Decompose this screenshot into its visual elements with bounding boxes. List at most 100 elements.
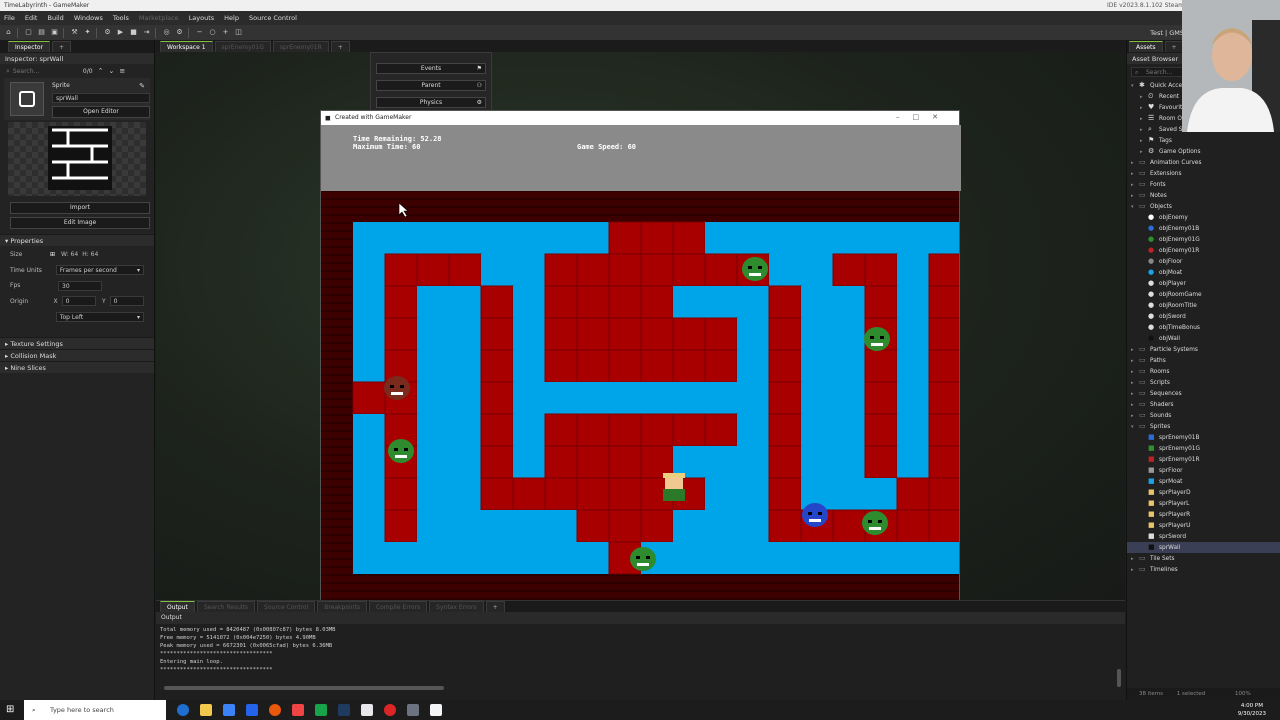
- add-tab-button[interactable]: +: [1164, 41, 1184, 52]
- menu-build[interactable]: Build: [47, 14, 63, 22]
- chevron-right-icon[interactable]: ▸: [1140, 127, 1148, 133]
- origin-preset-select[interactable]: Top Left ▾: [55, 311, 144, 322]
- chevron-right-icon[interactable]: ▸: [1131, 567, 1139, 573]
- chevron-right-icon[interactable]: ▸: [1131, 556, 1139, 562]
- pin-icon[interactable]: ✎: [139, 82, 145, 90]
- tree-item-sprite[interactable]: ■ sprEnemy01G: [1127, 443, 1280, 454]
- tree-item-sprite[interactable]: ■ sprPlayerR: [1127, 509, 1280, 520]
- sprite-name-field[interactable]: sprWall: [52, 93, 150, 103]
- game-window[interactable]: ◼ Created with GameMaker –□✕ Time Remain…: [320, 110, 961, 605]
- chevron-right-icon[interactable]: ▸: [1131, 171, 1139, 177]
- mail-icon[interactable]: [246, 704, 258, 716]
- chevron-right-icon[interactable]: ▸: [1131, 160, 1139, 166]
- open-project-icon[interactable]: ▤: [37, 28, 46, 37]
- tab-sprenemy01r[interactable]: sprEnemy01R: [272, 41, 329, 52]
- chevron-right-icon[interactable]: ▸: [1131, 369, 1139, 375]
- tree-folder[interactable]: ▸ ▭ Animation Curves: [1127, 157, 1280, 168]
- menu-windows[interactable]: Windows: [74, 14, 103, 22]
- texture-settings-section[interactable]: ▸ Texture Settings: [0, 337, 154, 349]
- tree-folder[interactable]: ▸ ▭ Paths: [1127, 355, 1280, 366]
- brave-icon[interactable]: [292, 704, 304, 716]
- chevron-up-icon[interactable]: ⌃: [98, 67, 104, 75]
- tree-folder[interactable]: ▸ ▭ Shaders: [1127, 399, 1280, 410]
- game-runner-icon[interactable]: [430, 704, 442, 716]
- obs-icon[interactable]: [384, 704, 396, 716]
- notepad-icon[interactable]: [407, 704, 419, 716]
- tree-item-object[interactable]: ● objTimeBonus: [1127, 322, 1280, 333]
- tree-item-sprite[interactable]: ■ sprSword: [1127, 531, 1280, 542]
- chevron-right-icon[interactable]: ▸: [1131, 391, 1139, 397]
- tree-item-object[interactable]: ● objWall: [1127, 333, 1280, 344]
- tree-item-sprite[interactable]: ■ sprEnemy01R: [1127, 454, 1280, 465]
- minimize-icon[interactable]: –: [896, 113, 913, 121]
- collision-mask-section[interactable]: ▸ Collision Mask: [0, 349, 154, 361]
- tree-folder[interactable]: ▸ ▭ Scripts: [1127, 377, 1280, 388]
- tab-search-results[interactable]: Search Results: [196, 601, 256, 612]
- tree-folder[interactable]: ▸ ▭ Particle Systems: [1127, 344, 1280, 355]
- chevron-right-icon[interactable]: ▸: [1131, 413, 1139, 419]
- firefox-icon[interactable]: [269, 704, 281, 716]
- tree-item-sprite[interactable]: ■ sprEnemy01B: [1127, 432, 1280, 443]
- tree-item-object[interactable]: ● objEnemy01B: [1127, 223, 1280, 234]
- store-icon[interactable]: [223, 704, 235, 716]
- physics-button[interactable]: Physics ⚙: [376, 97, 486, 108]
- tree-item-sprite[interactable]: ■ sprPlayerL: [1127, 498, 1280, 509]
- tab-syntax-errors[interactable]: Syntax Errors: [429, 601, 484, 612]
- spreadsheet-icon[interactable]: [315, 704, 327, 716]
- tree-folder[interactable]: ▸ ▭ Tile Sets: [1127, 553, 1280, 564]
- settings-icon[interactable]: ⚙: [175, 28, 184, 37]
- tree-folder[interactable]: ▸ ▭ Fonts: [1127, 179, 1280, 190]
- add-tab-button[interactable]: +: [52, 41, 72, 52]
- menu-file[interactable]: File: [4, 14, 15, 22]
- add-output-tab-button[interactable]: +: [485, 601, 505, 612]
- chevron-right-icon[interactable]: ▸: [1140, 94, 1148, 100]
- chevron-down-icon[interactable]: ▾: [1131, 204, 1139, 210]
- tree-item-object[interactable]: ● objEnemy: [1127, 212, 1280, 223]
- create-executable-icon[interactable]: ⇥: [142, 28, 151, 37]
- tree-folder-objects[interactable]: ▾ ▭ Objects: [1127, 201, 1280, 212]
- zoom-reset-icon[interactable]: ○: [208, 28, 217, 37]
- chevron-right-icon[interactable]: ▸: [1140, 116, 1148, 122]
- taskbar-search-input[interactable]: ⌕ Type here to search: [24, 700, 166, 720]
- edge-icon[interactable]: [177, 704, 189, 716]
- chevron-right-icon[interactable]: ▸: [1131, 358, 1139, 364]
- file-explorer-icon[interactable]: [200, 704, 212, 716]
- chevron-right-icon[interactable]: ▸: [1131, 380, 1139, 386]
- fit-icon[interactable]: ◫: [234, 28, 243, 37]
- run-icon[interactable]: ▶: [116, 28, 125, 37]
- menu-marketplace[interactable]: Marketplace: [139, 14, 179, 22]
- debug-icon[interactable]: ⚙: [103, 28, 112, 37]
- zoom-level[interactable]: 100%: [1235, 691, 1251, 697]
- tab-assets[interactable]: Assets: [1129, 41, 1163, 52]
- zoom-out-icon[interactable]: −: [195, 28, 204, 37]
- tree-item-sprite[interactable]: ■ sprFloor: [1127, 465, 1280, 476]
- tab-sprenemy01g[interactable]: sprEnemy01G: [214, 41, 271, 52]
- tree-item-object[interactable]: ● objEnemy01R: [1127, 245, 1280, 256]
- tree-item-sprite[interactable]: ■ sprPlayerD: [1127, 487, 1280, 498]
- horizontal-scrollbar[interactable]: [164, 686, 444, 690]
- chevron-right-icon[interactable]: ▸: [1131, 182, 1139, 188]
- new-project-icon[interactable]: ▢: [24, 28, 33, 37]
- tree-item-quick-access[interactable]: ▸ ⚑ Tags: [1127, 135, 1280, 146]
- events-button[interactable]: Events ⚑: [376, 63, 486, 74]
- clean-icon[interactable]: ✦: [83, 28, 92, 37]
- menu-edit[interactable]: Edit: [25, 14, 38, 22]
- tree-folder[interactable]: ▸ ▭ Sounds: [1127, 410, 1280, 421]
- vertical-scrollbar[interactable]: [1117, 669, 1121, 687]
- tree-item-object[interactable]: ● objPlayer: [1127, 278, 1280, 289]
- tree-item-sprite[interactable]: ■ sprPlayerU: [1127, 520, 1280, 531]
- menu-help[interactable]: Help: [224, 14, 239, 22]
- chevron-right-icon[interactable]: ▸: [1131, 402, 1139, 408]
- tree-item-quick-access[interactable]: ▸ ⚙ Game Options: [1127, 146, 1280, 157]
- chevron-right-icon[interactable]: ▸: [1140, 105, 1148, 111]
- tab-compile-errors[interactable]: Compile Errors: [368, 601, 428, 612]
- tab-workspace-1[interactable]: Workspace 1: [160, 41, 213, 52]
- windows-start-icon[interactable]: ⊞: [6, 704, 14, 715]
- target-user-label[interactable]: Test | GMS: [1150, 29, 1184, 37]
- system-clock[interactable]: 4:00 PM 9/30/2023: [1238, 702, 1266, 718]
- tree-folder[interactable]: ▸ ▭ Rooms: [1127, 366, 1280, 377]
- save-icon[interactable]: ▣: [50, 28, 59, 37]
- open-editor-button[interactable]: Open Editor: [52, 106, 150, 118]
- chevron-down-icon[interactable]: ▾: [1131, 83, 1139, 89]
- menu-layouts[interactable]: Layouts: [189, 14, 214, 22]
